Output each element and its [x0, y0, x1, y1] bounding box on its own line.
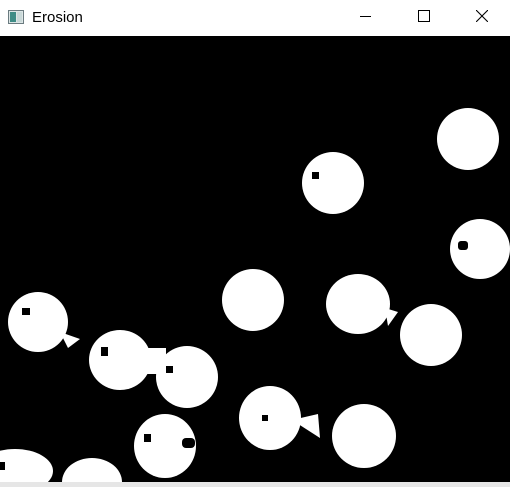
- hole: [0, 462, 5, 470]
- window-title: Erosion: [32, 9, 83, 26]
- blob: [239, 386, 301, 450]
- blob: [332, 404, 396, 468]
- minimize-button[interactable]: [337, 0, 395, 36]
- blob-bridge: [140, 348, 166, 374]
- close-button[interactable]: [453, 0, 510, 36]
- hole: [144, 434, 151, 442]
- blob: [400, 304, 462, 366]
- window-bottom-edge: [0, 482, 510, 487]
- maximize-icon: [418, 9, 430, 27]
- hole: [458, 241, 468, 250]
- hole: [182, 438, 195, 448]
- hole: [312, 172, 319, 179]
- close-icon: [475, 9, 489, 27]
- maximize-button[interactable]: [395, 0, 453, 36]
- minimize-icon: [360, 9, 372, 27]
- hole: [101, 347, 108, 356]
- blob: [326, 274, 390, 334]
- title-bar[interactable]: Erosion: [0, 0, 510, 36]
- blob: [302, 152, 364, 214]
- image-window-icon: [8, 10, 24, 24]
- image-canvas: [0, 36, 510, 482]
- hole: [262, 415, 268, 421]
- eroded-binary-image: [0, 36, 510, 482]
- hole: [22, 308, 30, 315]
- blob: [437, 108, 499, 170]
- blob: [222, 269, 284, 331]
- blob: [8, 292, 68, 352]
- hole: [166, 366, 173, 373]
